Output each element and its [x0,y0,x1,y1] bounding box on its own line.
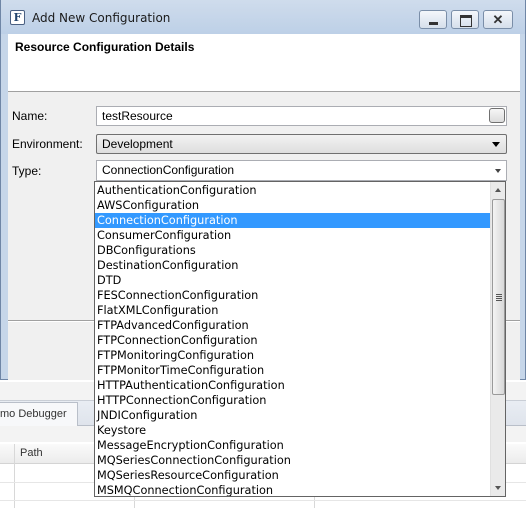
name-field-button[interactable] [489,108,505,123]
grid-row-line [0,500,526,501]
close-icon: ✕ [492,12,504,27]
list-item[interactable]: MQSeriesConnectionConfiguration [95,453,490,468]
environment-select[interactable]: Development [96,134,507,154]
background-tab-debugger[interactable]: mo Debugger [0,402,78,426]
list-item[interactable]: DTD [95,273,490,288]
type-dropdown-list: AuthenticationConfiguration AWSConfigurat… [94,181,506,497]
list-item[interactable]: ConnectionConfiguration [95,213,490,228]
type-select[interactable]: ConnectionConfiguration [96,160,507,181]
column-header-path[interactable]: Path [20,447,43,459]
minimize-button[interactable] [419,10,447,29]
list-item[interactable]: MSMQConnectionConfiguration [95,483,490,496]
list-item[interactable]: FTPMonitorTimeConfiguration [95,363,490,378]
chevron-down-icon [495,169,501,173]
list-item[interactable]: FTPAdvancedConfiguration [95,318,490,333]
list-item[interactable]: DestinationConfiguration [95,258,490,273]
close-button[interactable]: ✕ [483,10,513,29]
grip-icon [496,294,502,295]
page-title: Resource Configuration Details [15,40,195,54]
list-item[interactable]: AWSConfiguration [95,198,490,213]
dialog-header: Resource Configuration Details [8,34,520,92]
list-item[interactable]: ConsumerConfiguration [95,228,490,243]
name-field-value: testResource [102,109,173,123]
name-field[interactable]: testResource [96,106,507,126]
maximize-button[interactable] [451,10,479,29]
list-item[interactable]: HTTPConnectionConfiguration [95,393,490,408]
list-item[interactable]: Keystore [95,423,490,438]
list-item[interactable]: DBConfigurations [95,243,490,258]
scroll-up-button[interactable] [491,182,506,198]
type-options: AuthenticationConfiguration AWSConfigurat… [95,182,490,496]
dropdown-scrollbar[interactable] [490,182,505,496]
type-select-value: ConnectionConfiguration [102,163,235,177]
list-item[interactable]: FESConnectionConfiguration [95,288,490,303]
list-item[interactable]: JNDIConfiguration [95,408,490,423]
list-item[interactable]: FTPMonitoringConfiguration [95,348,490,363]
list-item[interactable]: FTPConnectionConfiguration [95,333,490,348]
window-title: Add New Configuration [32,11,171,25]
grid-divider [14,444,15,508]
list-item[interactable]: HTTPAuthenticationConfiguration [95,378,490,393]
type-label: Type: [12,164,42,178]
environment-label: Environment: [12,137,83,151]
environment-select-value: Development [102,137,173,151]
scroll-down-button[interactable] [491,480,506,496]
scrollbar-thumb[interactable] [492,199,505,395]
title-bar[interactable]: F Add New Configuration ✕ [1,0,525,34]
list-item[interactable]: MQSeriesResourceConfiguration [95,468,490,483]
list-item[interactable]: MessageEncryptionConfiguration [95,438,490,453]
chevron-down-icon [492,142,500,147]
list-item[interactable]: FlatXMLConfiguration [95,303,490,318]
background-tab-label: mo Debugger [0,408,67,420]
name-label: Name: [12,109,48,123]
app-icon: F [10,10,25,25]
list-item[interactable]: AuthenticationConfiguration [95,183,490,198]
